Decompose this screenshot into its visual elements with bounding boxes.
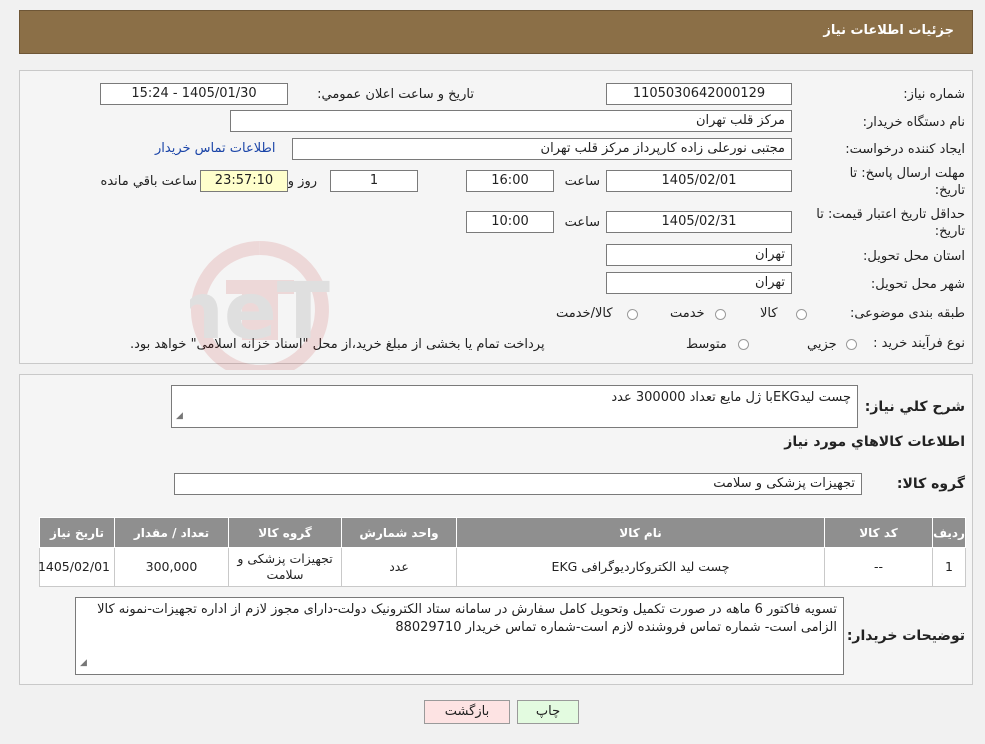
- summary-label: شرح کلي نياز:: [864, 399, 965, 415]
- validity-label-line1: حداقل تاريخ اعتبار قيمت: تا: [816, 207, 965, 222]
- cell-quantity: 300,000: [114, 547, 229, 587]
- need-number-label: شماره نیاز:: [903, 87, 965, 102]
- validity-label-line2: تاريخ:: [934, 224, 965, 239]
- category-service-label: خدمت: [670, 306, 705, 321]
- requester-label: ایجاد کننده درخواست:: [845, 142, 965, 157]
- cell-name: چست لید الکتروکاردیوگرافی EKG: [456, 547, 825, 587]
- category-goods-service-label: کالا/خدمت: [556, 306, 613, 321]
- remaining-days-field: 1: [330, 170, 418, 192]
- city-field: تهران: [606, 272, 792, 294]
- goods-group-field: تجهیزات پزشکی و سلامت: [174, 473, 862, 495]
- buyer-notes-text: تسویه فاکتور 6 ماهه در صورت تکمیل وتحویل…: [97, 602, 837, 635]
- buyer-org-label: نام دستگاه خريدار:: [862, 115, 965, 130]
- col-header-name: نام کالا: [456, 517, 825, 548]
- col-header-unit: واحد شمارش: [341, 517, 457, 548]
- process-medium-radio[interactable]: [738, 339, 749, 350]
- process-minor-radio[interactable]: [846, 339, 857, 350]
- col-header-need-date: تاريخ نياز: [39, 517, 115, 548]
- deadline-date-field: 1405/02/01: [606, 170, 792, 192]
- validity-time-label: ساعت: [564, 215, 600, 230]
- process-type-label: نوع فرآيند خريد :: [873, 336, 965, 351]
- deadline-time-field: 16:00: [466, 170, 554, 192]
- page-title: جزئیات اطلاعات نیاز: [823, 23, 954, 38]
- days-label: روز و: [287, 174, 317, 189]
- validity-date-field: 1405/02/31: [606, 211, 792, 233]
- requester-field: مجتبی نورعلی زاده کارپرداز مرکز قلب تهرا…: [292, 138, 792, 160]
- announce-field: 1405/01/30 - 15:24: [100, 83, 288, 105]
- col-header-group: گروه کالا: [228, 517, 342, 548]
- process-minor-label: جزيي: [807, 337, 837, 352]
- back-button[interactable]: بازگشت: [424, 700, 510, 724]
- deadline-time-label: ساعت: [564, 174, 600, 189]
- remaining-time-field: 23:57:10: [200, 170, 288, 192]
- category-service-radio[interactable]: [715, 309, 726, 320]
- deadline-label-line1: مهلت ارسال پاسخ: تا: [849, 166, 965, 181]
- process-medium-label: متوسط: [686, 337, 727, 352]
- category-goods-radio[interactable]: [796, 309, 807, 320]
- goods-group-label: گروه کالا:: [896, 476, 965, 492]
- buyer-contact-link[interactable]: اطلاعات تماس خريدار: [155, 141, 275, 156]
- col-header-quantity: تعداد / مقدار: [114, 517, 229, 548]
- items-heading: اطلاعات کالاهاي مورد نياز: [784, 434, 965, 450]
- buyer-notes-textarea[interactable]: تسویه فاکتور 6 ماهه در صورت تکمیل وتحویل…: [75, 597, 844, 675]
- cell-code: --: [824, 547, 933, 587]
- cell-unit: عدد: [341, 547, 457, 587]
- summary-text: چست لیدEKGبا ژل مایع تعداد 300000 عدد: [611, 390, 851, 405]
- resize-handle-icon: ◢: [80, 658, 87, 668]
- category-goods-label: کالا: [760, 306, 778, 321]
- cell-need-date: 1405/02/01: [38, 547, 115, 587]
- items-table-header: رديف کد کالا نام کالا واحد شمارش گروه کا…: [39, 517, 966, 548]
- deadline-label-line2: تاريخ:: [934, 183, 965, 198]
- resize-handle-icon: ◢: [176, 411, 183, 421]
- need-number-field: 1105030642000129: [606, 83, 792, 105]
- col-header-code: کد کالا: [824, 517, 933, 548]
- page-header: جزئیات اطلاعات نیاز: [19, 10, 973, 54]
- table-row: 1 -- چست لید الکتروکاردیوگرافی EKG عدد ت…: [38, 547, 966, 587]
- category-goods-service-radio[interactable]: [627, 309, 638, 320]
- category-label: طبقه بندی موضوعی:: [849, 306, 965, 321]
- buyer-notes-label: توضيحات خريدار:: [846, 628, 965, 644]
- items-table: رديف کد کالا نام کالا واحد شمارش گروه کا…: [38, 517, 966, 587]
- validity-time-field: 10:00: [466, 211, 554, 233]
- city-label: شهر محل تحويل:: [870, 277, 965, 292]
- remaining-time-label: ساعت باقي مانده: [100, 174, 197, 189]
- province-field: تهران: [606, 244, 792, 266]
- summary-textarea[interactable]: چست لیدEKGبا ژل مایع تعداد 300000 عدد ◢: [171, 385, 858, 428]
- process-note: پرداخت تمام یا بخشی از مبلغ خرید،از محل …: [130, 337, 545, 352]
- print-button[interactable]: چاپ: [517, 700, 579, 724]
- buyer-org-field: مرکز قلب تهران: [230, 110, 792, 132]
- cell-row: 1: [932, 547, 966, 587]
- cell-group: تجهیزات پزشکی و سلامت: [228, 547, 342, 587]
- announce-label: تاريخ و ساعت اعلان عمومي:: [317, 87, 474, 102]
- col-header-row: رديف: [932, 517, 966, 548]
- province-label: استان محل تحويل:: [863, 249, 965, 264]
